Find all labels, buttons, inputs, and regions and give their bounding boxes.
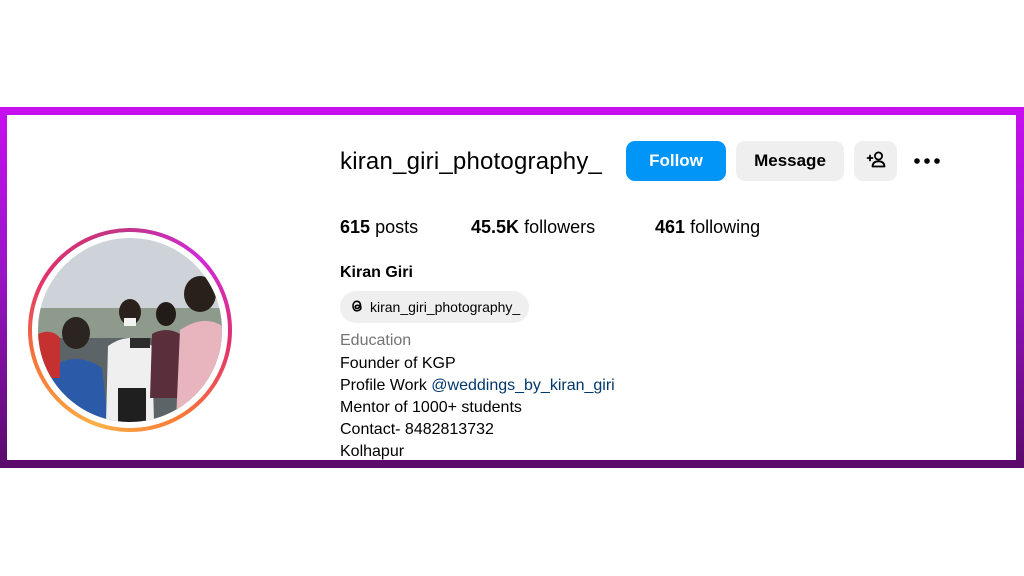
threads-handle: kiran_giri_photography_ bbox=[370, 299, 521, 315]
followers-label: followers bbox=[524, 217, 596, 237]
threads-icon bbox=[348, 297, 366, 318]
followers-count: 45.5K bbox=[471, 217, 520, 237]
more-options-icon bbox=[913, 152, 941, 170]
bio-mention-link[interactable]: @weddings_by_kiran_giri bbox=[431, 377, 614, 394]
posts-label: posts bbox=[375, 217, 419, 237]
avatar[interactable] bbox=[38, 238, 222, 422]
stat-followers[interactable]: 45.5K followers bbox=[471, 217, 595, 238]
bio-line: Contact- 8482813732 bbox=[340, 421, 494, 438]
username: kiran_giri_photography_ bbox=[340, 148, 603, 175]
following-label: following bbox=[690, 217, 761, 237]
bio-line: Kolhapur bbox=[340, 443, 405, 460]
bio-line: Founder of KGP bbox=[340, 355, 456, 372]
posts-count: 615 bbox=[340, 217, 371, 237]
follow-button[interactable]: Follow bbox=[626, 141, 726, 181]
bio-line: Profile Work @weddings_by_kiran_giri bbox=[340, 377, 615, 395]
suggest-users-button[interactable] bbox=[854, 141, 897, 181]
profile-photo bbox=[38, 238, 222, 422]
bio-line: Mentor of 1000+ students bbox=[340, 399, 522, 416]
add-user-icon bbox=[866, 150, 886, 173]
bio-text: Profile Work bbox=[340, 377, 432, 394]
full-name: Kiran Giri bbox=[340, 264, 413, 281]
stat-posts: 615 posts bbox=[340, 217, 418, 238]
message-button[interactable]: Message bbox=[736, 141, 844, 181]
story-ring[interactable] bbox=[28, 228, 232, 432]
profile-header: kiran_giri_photography_ Follow Message 6… bbox=[7, 115, 1016, 460]
highlight-frame: kiran_giri_photography_ Follow Message 6… bbox=[0, 107, 1024, 468]
stat-following[interactable]: 461 following bbox=[655, 217, 760, 238]
more-options-button[interactable] bbox=[907, 141, 947, 181]
following-count: 461 bbox=[655, 217, 686, 237]
threads-link[interactable]: kiran_giri_photography_ bbox=[340, 291, 530, 323]
profile-category: Education bbox=[340, 332, 412, 349]
